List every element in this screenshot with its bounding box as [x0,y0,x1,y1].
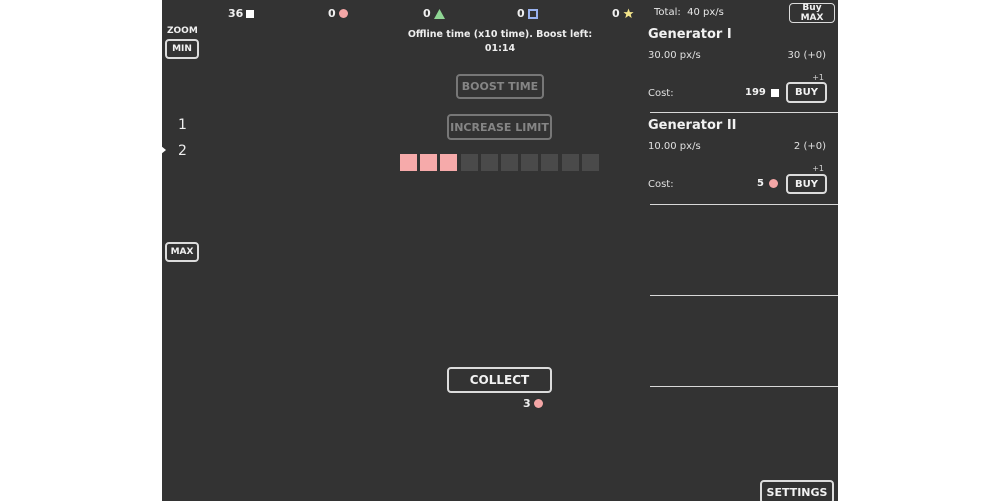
generator-2-cost-value: 5 [757,178,764,189]
yellow-star-icon [623,8,634,19]
zoom-min-button[interactable]: MIN [165,39,199,59]
resource-blue-squares-count: 0 [517,7,525,20]
collect-button[interactable]: COLLECT [447,367,552,393]
resource-triangles-count: 0 [423,7,431,20]
pink-circle-icon [338,9,348,18]
blue-square-icon [527,8,538,19]
boost-slot-filled [420,154,438,171]
boost-slot-empty [541,154,559,171]
resource-triangles: 0 [423,7,445,20]
generator-1-plus: +1 [812,73,824,82]
increase-limit-button[interactable]: INCREASE LIMIT [447,114,552,140]
resource-circles-count: 0 [328,7,336,20]
boost-slot-empty [460,154,478,171]
zoom-max-button[interactable]: MAX [165,242,199,262]
divider [650,295,838,296]
divider [650,386,838,387]
total-value: 40 px/s [687,7,724,18]
generator-1-name: Generator I [648,27,732,42]
generator-2-plus: +1 [812,164,824,173]
generator-1-buy-button[interactable]: BUY [786,82,827,103]
zoom-level-2[interactable]: 2 [178,143,187,159]
boost-slot-empty [480,154,498,171]
generator-2-count: 2 (+0) [793,141,826,152]
generator-1-rate: 30.00 px/s [648,50,701,61]
generator-2-buy-button[interactable]: BUY [786,174,827,194]
generator-1-cost-label: Cost: [648,88,674,99]
green-triangle-icon [433,8,445,19]
total-label: Total: [654,7,681,18]
resource-circles: 0 [328,7,348,20]
generator-2-cost: 5 [757,178,778,189]
zoom-title: ZOOM [167,26,198,36]
offline-info: Offline time (x10 time). Boost left: 01:… [380,28,620,56]
boost-slot-empty [581,154,599,171]
generator-2-name: Generator II [648,118,737,133]
generator-2-cost-label: Cost: [648,179,674,190]
divider [650,112,838,113]
collect-amount-value: 3 [523,397,531,410]
game-area: 36 0 0 0 0 Total: 40 px/s Buy MAX ZOOM M… [162,0,838,501]
zoom-pointer-icon [162,146,166,154]
boost-time-button[interactable]: BOOST TIME [456,74,544,99]
offline-time-left: 01:14 [484,43,516,54]
collect-amount: 3 [523,397,543,410]
zoom-level-1[interactable]: 1 [178,117,187,133]
divider [650,204,838,205]
buy-max-button[interactable]: Buy MAX [789,3,835,23]
boost-slot-filled [400,154,417,171]
generator-1-cost-value: 199 [745,87,766,98]
pink-circle-icon [533,399,543,408]
resource-stars-count: 0 [612,7,620,20]
white-square-icon [770,88,779,97]
resource-stars: 0 [612,7,634,20]
generator-1-cost: 199 [745,87,779,98]
resource-blue-squares: 0 [517,7,538,20]
generator-1-count: 30 (+0) [787,50,826,61]
settings-button[interactable]: SETTINGS [760,480,834,501]
boost-slot-filled [440,154,458,171]
boost-slot-empty [521,154,539,171]
resource-squares: 36 [228,7,255,20]
boost-slot-empty [501,154,518,171]
generator-2-rate: 10.00 px/s [648,141,701,152]
boost-slot-empty [561,154,579,171]
offline-text: Offline time (x10 time). Boost left: [407,29,593,40]
total-rate: Total: 40 px/s [654,7,724,18]
resource-squares-count: 36 [228,7,244,20]
white-square-icon [246,9,255,18]
pink-circle-icon [768,179,778,188]
